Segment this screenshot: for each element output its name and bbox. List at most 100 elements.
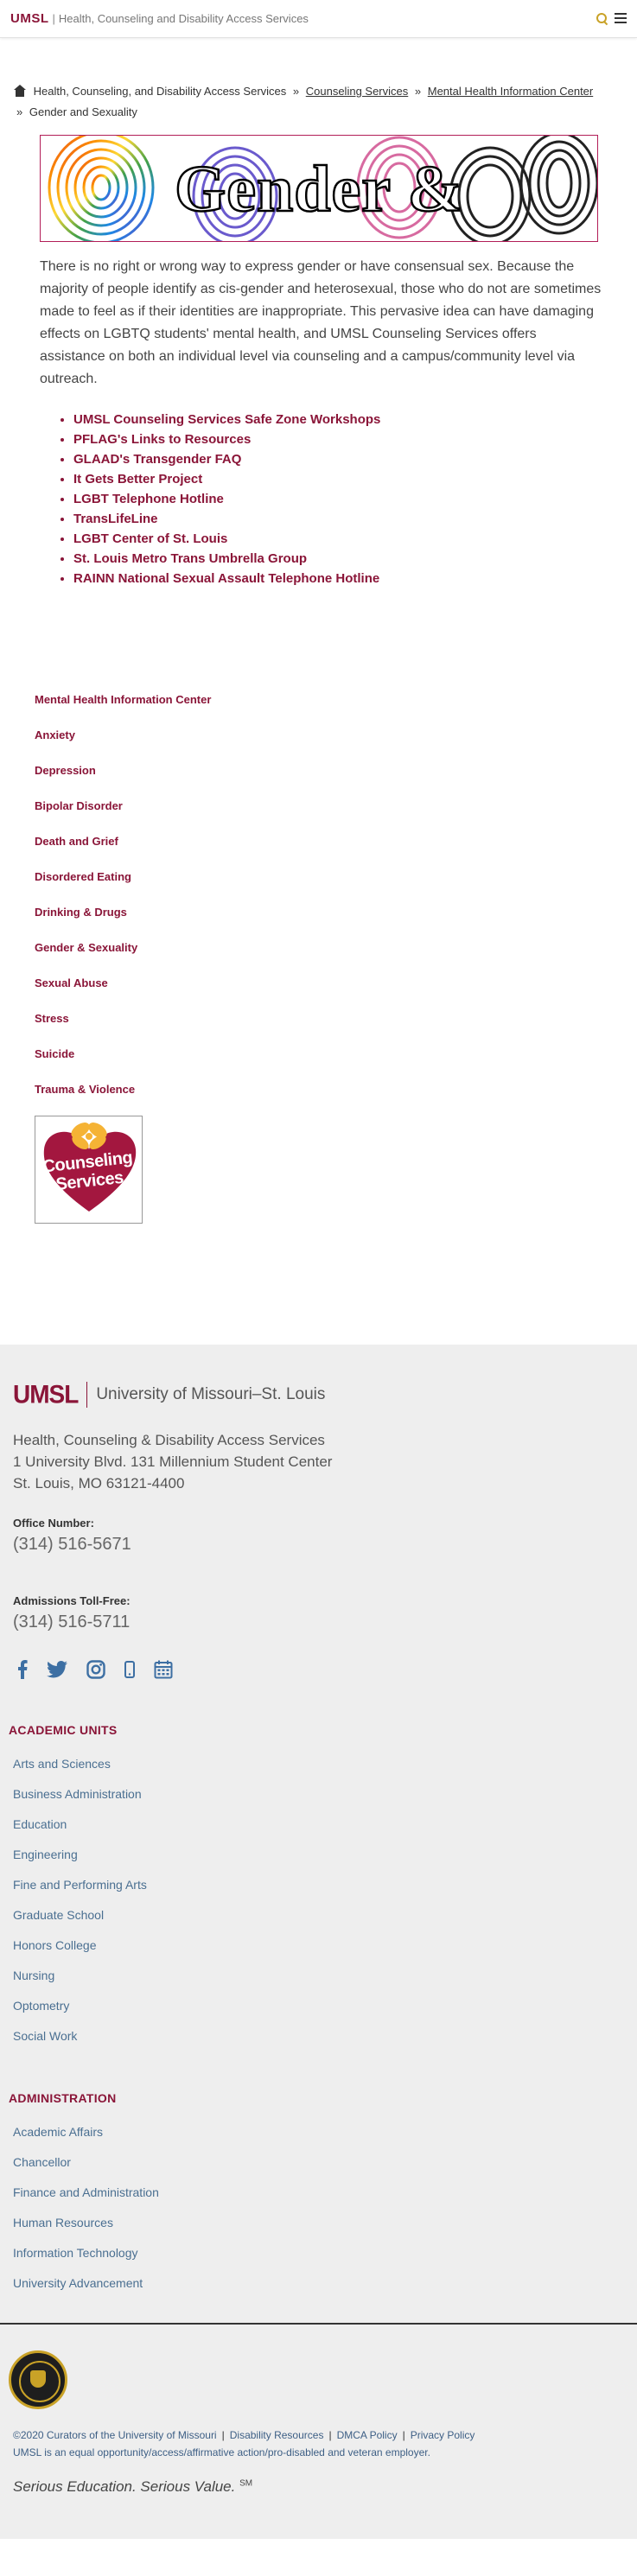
calendar-icon[interactable] bbox=[154, 1660, 173, 1683]
site-footer: UMSL University of Missouri–St. Louis He… bbox=[0, 1345, 637, 2323]
academic-unit-link[interactable]: Social Work bbox=[13, 2021, 637, 2051]
section-nav: Mental Health Information Center Anxiety… bbox=[35, 682, 637, 1107]
tagline: Serious Education. Serious Value. SM bbox=[13, 2478, 637, 2496]
eeo-statement: UMSL is an equal opportunity/access/affi… bbox=[13, 2446, 430, 2458]
academic-unit-link[interactable]: Nursing bbox=[13, 1961, 637, 1991]
administration-list: Academic Affairs Chancellor Finance and … bbox=[13, 2117, 637, 2299]
brand-separator: | bbox=[52, 12, 55, 25]
brand-logo: UMSL bbox=[10, 10, 49, 26]
gender-sexuality-banner: Gender & Sexuality bbox=[40, 135, 598, 242]
address-line: St. Louis, MO 63121-4400 bbox=[13, 1475, 185, 1492]
academic-units-list: Arts and Sciences Business Administratio… bbox=[13, 1749, 637, 2051]
copyright-link[interactable]: ©2020 Curators of the University of Miss… bbox=[13, 2429, 217, 2441]
nav-item-bipolar[interactable]: Bipolar Disorder bbox=[35, 788, 637, 824]
privacy-policy-link[interactable]: Privacy Policy bbox=[411, 2429, 475, 2441]
home-icon[interactable] bbox=[13, 85, 27, 97]
department-name: Health, Counseling and Disability Access… bbox=[58, 12, 309, 25]
administration-link[interactable]: Information Technology bbox=[13, 2238, 637, 2268]
search-icon[interactable] bbox=[596, 12, 608, 24]
breadcrumb-item-mental-health[interactable]: Mental Health Information Center bbox=[428, 85, 593, 98]
breadcrumb-separator: » bbox=[414, 85, 422, 98]
resource-link[interactable]: GLAAD's Transgender FAQ bbox=[73, 452, 241, 467]
nav-item-gender-sexuality[interactable]: Gender & Sexuality bbox=[35, 930, 637, 965]
tagline-text: Serious Education. Serious Value. bbox=[13, 2478, 236, 2495]
administration-link[interactable]: University Advancement bbox=[13, 2268, 637, 2299]
nav-item-suicide[interactable]: Suicide bbox=[35, 1036, 637, 1072]
nav-item-stress[interactable]: Stress bbox=[35, 1001, 637, 1036]
legal-separator: | bbox=[221, 2429, 225, 2441]
academic-unit-link[interactable]: Education bbox=[13, 1810, 637, 1840]
breadcrumb-item-counseling[interactable]: Counseling Services bbox=[306, 85, 409, 98]
resource-link[interactable]: It Gets Better Project bbox=[73, 472, 202, 487]
legal-links: ©2020 Curators of the University of Miss… bbox=[13, 2427, 637, 2461]
admissions-phone-link[interactable]: (314) 516-5711 bbox=[13, 1612, 637, 1632]
academic-unit-link[interactable]: Fine and Performing Arts bbox=[13, 1870, 637, 1900]
footer-logo-divider bbox=[86, 1382, 88, 1408]
footer-umsl-wordmark: UMSL bbox=[13, 1380, 79, 1409]
office-phone-link[interactable]: (314) 516-5671 bbox=[13, 1535, 637, 1555]
academic-unit-link[interactable]: Optometry bbox=[13, 1991, 637, 2021]
twitter-icon[interactable] bbox=[47, 1661, 67, 1682]
resource-link[interactable]: UMSL Counseling Services Safe Zone Works… bbox=[73, 412, 380, 427]
nav-item-trauma-violence[interactable]: Trauma & Violence bbox=[35, 1072, 637, 1107]
nav-item-depression[interactable]: Depression bbox=[35, 753, 637, 788]
administration-link[interactable]: Human Resources bbox=[13, 2208, 637, 2238]
counseling-services-logo: Counseling Services bbox=[35, 1116, 143, 1224]
academic-unit-link[interactable]: Engineering bbox=[13, 1840, 637, 1870]
breadcrumb-current: Gender and Sexuality bbox=[29, 105, 137, 118]
admissions-label: Admissions Toll-Free: bbox=[13, 1594, 131, 1607]
resource-link-item[interactable]: LGBT Telephone Hotline bbox=[73, 489, 637, 509]
legal-separator: | bbox=[402, 2429, 405, 2441]
address-line: 1 University Blvd. 131 Millennium Studen… bbox=[13, 1453, 333, 1470]
resource-link-item[interactable]: UMSL Counseling Services Safe Zone Works… bbox=[73, 410, 637, 429]
resource-link-item[interactable]: RAINN National Sexual Assault Telephone … bbox=[73, 569, 637, 588]
resource-link[interactable]: PFLAG's Links to Resources bbox=[73, 432, 251, 447]
footer-address: Health, Counseling & Disability Access S… bbox=[13, 1429, 637, 1494]
resource-link-item[interactable]: GLAAD's Transgender FAQ bbox=[73, 449, 637, 469]
intro-paragraph: There is no right or wrong way to expres… bbox=[40, 259, 602, 386]
breadcrumb: Health, Counseling, and Disability Acces… bbox=[13, 81, 618, 123]
site-header: UMSL | Health, Counseling and Disability… bbox=[0, 0, 637, 38]
disability-resources-link[interactable]: Disability Resources bbox=[230, 2429, 324, 2441]
umsl-logo-link[interactable]: UMSL bbox=[10, 11, 49, 27]
administration-link[interactable]: Chancellor bbox=[13, 2147, 637, 2178]
resource-link-item[interactable]: It Gets Better Project bbox=[73, 469, 637, 489]
nav-item-drinking-drugs[interactable]: Drinking & Drugs bbox=[35, 894, 637, 930]
service-mark: SM bbox=[239, 2478, 253, 2489]
academic-unit-link[interactable]: Graduate School bbox=[13, 1900, 637, 1930]
breadcrumb-item-department[interactable]: Health, Counseling, and Disability Acces… bbox=[34, 85, 287, 98]
resource-link-item[interactable]: LGBT Center of St. Louis bbox=[73, 529, 637, 549]
resource-link[interactable]: LGBT Center of St. Louis bbox=[73, 531, 227, 546]
administration-link[interactable]: Academic Affairs bbox=[13, 2117, 637, 2147]
mobile-icon[interactable] bbox=[124, 1661, 135, 1682]
academic-unit-link[interactable]: Honors College bbox=[13, 1930, 637, 1961]
academic-unit-link[interactable]: Arts and Sciences bbox=[13, 1749, 637, 1779]
academic-unit-link[interactable]: Business Administration bbox=[13, 1779, 637, 1810]
resource-link-item[interactable]: PFLAG's Links to Resources bbox=[73, 429, 637, 449]
address-line: Health, Counseling & Disability Access S… bbox=[13, 1432, 325, 1448]
nav-item-sexual-abuse[interactable]: Sexual Abuse bbox=[35, 965, 637, 1001]
banner-title: Gender & Sexuality bbox=[174, 152, 463, 241]
resource-link-item[interactable]: St. Louis Metro Trans Umbrella Group bbox=[73, 549, 637, 569]
nav-item-death-grief[interactable]: Death and Grief bbox=[35, 824, 637, 859]
resource-link[interactable]: St. Louis Metro Trans Umbrella Group bbox=[73, 551, 307, 566]
resource-link[interactable]: RAINN National Sexual Assault Telephone … bbox=[73, 571, 379, 586]
menu-icon[interactable] bbox=[615, 13, 627, 23]
facebook-icon[interactable] bbox=[17, 1660, 28, 1683]
nav-item-disordered-eating[interactable]: Disordered Eating bbox=[35, 859, 637, 894]
nav-item-anxiety[interactable]: Anxiety bbox=[35, 717, 637, 753]
resource-link-item[interactable]: TransLifeLine bbox=[73, 509, 637, 529]
office-number-label: Office Number: bbox=[13, 1517, 94, 1530]
header-icons bbox=[596, 12, 627, 24]
dmca-policy-link[interactable]: DMCA Policy bbox=[337, 2429, 398, 2441]
university-seal-icon bbox=[9, 2350, 67, 2409]
resource-link[interactable]: TransLifeLine bbox=[73, 512, 158, 526]
resource-link[interactable]: LGBT Telephone Hotline bbox=[73, 492, 224, 506]
footer-logo[interactable]: UMSL University of Missouri–St. Louis bbox=[13, 1380, 637, 1409]
breadcrumb-separator: » bbox=[292, 85, 300, 98]
academic-units-heading: ACADEMIC UNITS bbox=[9, 1723, 118, 1737]
administration-link[interactable]: Finance and Administration bbox=[13, 2178, 637, 2208]
instagram-icon[interactable] bbox=[86, 1660, 105, 1683]
social-links bbox=[17, 1660, 637, 1683]
nav-item-mental-health-center[interactable]: Mental Health Information Center bbox=[35, 682, 637, 717]
